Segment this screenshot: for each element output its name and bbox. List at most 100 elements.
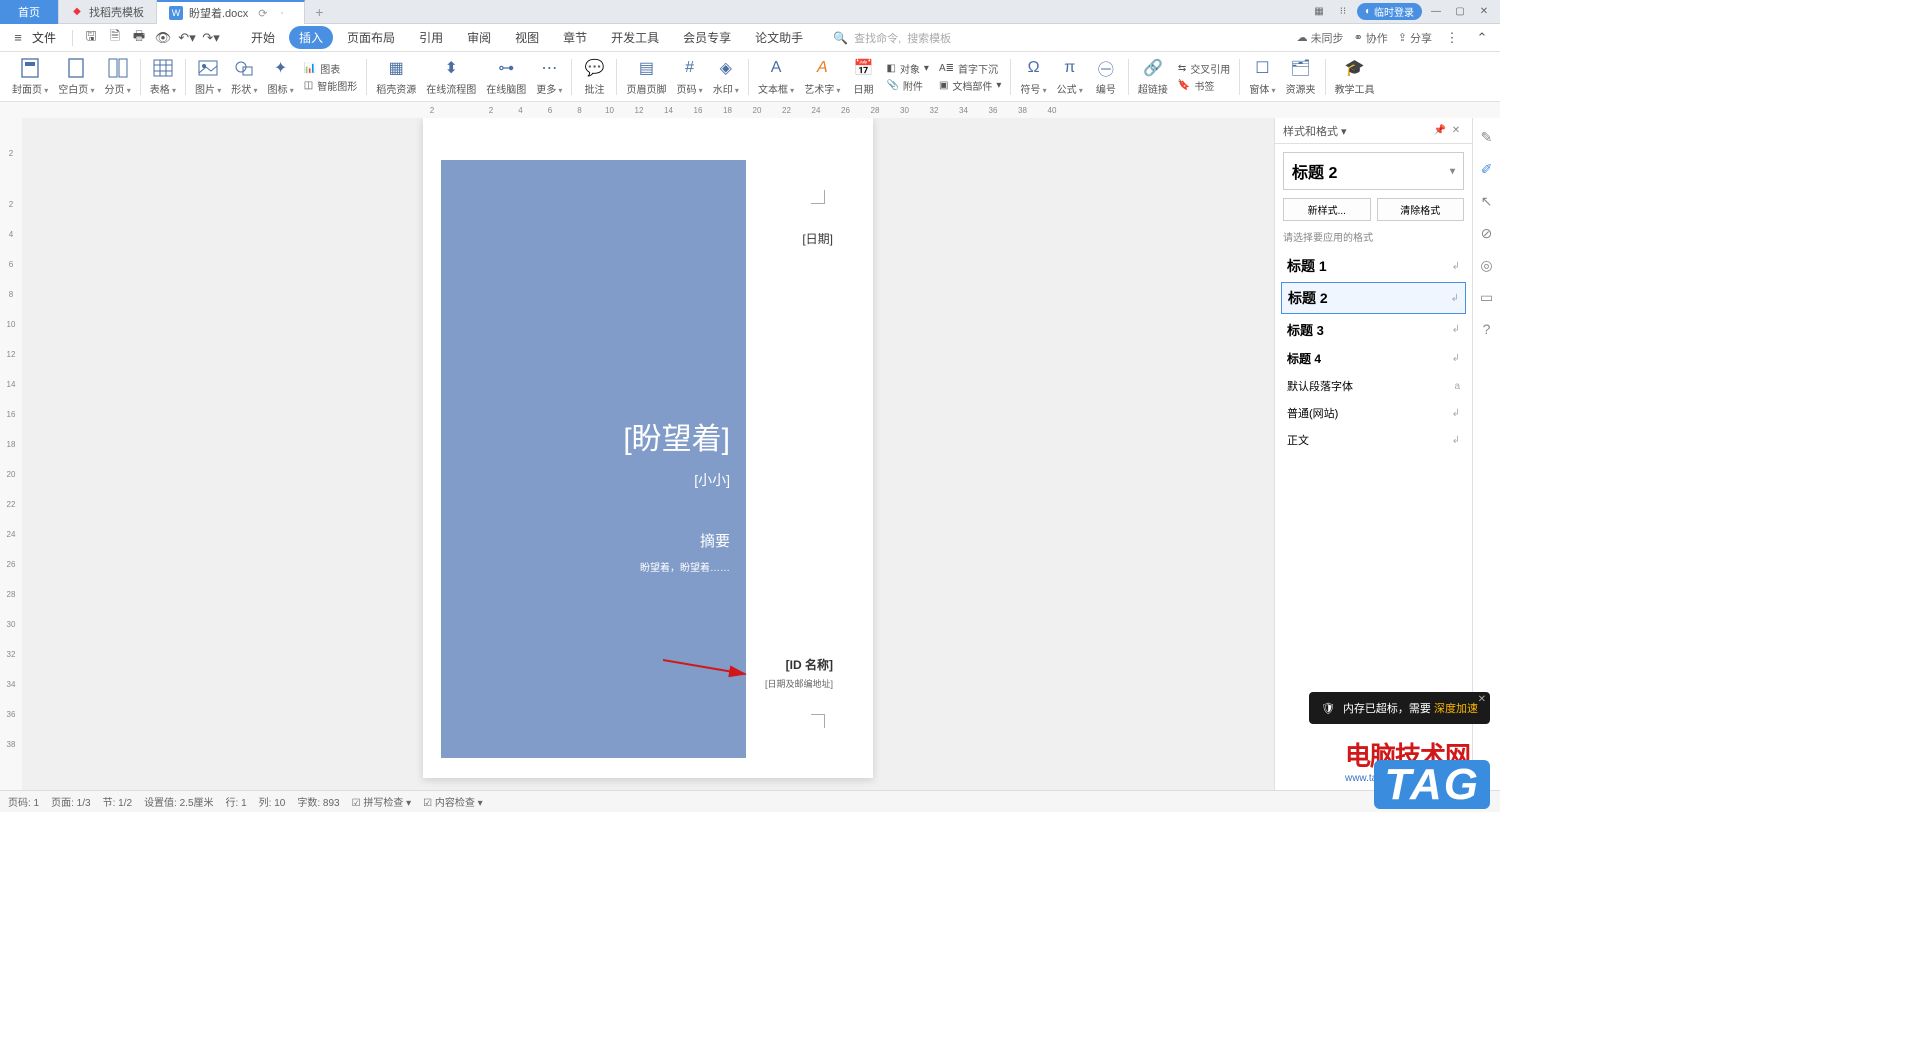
style-item[interactable]: 正文↲ <box>1281 427 1466 453</box>
tab-document[interactable]: W 盼望着.docx ⟳ · <box>157 0 305 24</box>
ribbon-icon-btn[interactable]: ✦图标 <box>264 54 298 100</box>
document-page[interactable]: [日期] [盼望着] [小小] 摘要 盼望着，盼望着…… [ID 名称] [日期… <box>423 118 873 778</box>
status-page-number[interactable]: 页码: 1 <box>8 794 39 809</box>
side-limit-icon[interactable]: ⊘ <box>1478 224 1496 242</box>
ribbon-mind[interactable]: ⊶在线脑图 <box>482 54 530 100</box>
ruler-vertical[interactable]: 22468101214161820222426283032343638 <box>0 118 22 790</box>
style-item[interactable]: 普通(网站)↲ <box>1281 400 1466 426</box>
tab-templates[interactable]: ◆ 找稻壳模板 <box>59 0 157 24</box>
ribbon-header[interactable]: ▤页眉页脚 <box>622 54 670 100</box>
search-command-input[interactable]: 查找命令, <box>854 30 901 46</box>
menu-tab-review[interactable]: 审阅 <box>457 26 501 49</box>
ribbon-blank[interactable]: 空白页 <box>54 54 98 100</box>
cover-subtitle[interactable]: [小小] <box>457 470 730 490</box>
ribbon-daoke[interactable]: ▦稻壳资源 <box>372 54 420 100</box>
hamburger-icon[interactable]: ≡ <box>8 28 28 48</box>
share-button[interactable]: ⇪分享 <box>1398 30 1432 46</box>
side-styles-icon[interactable]: ✐ <box>1478 160 1496 178</box>
side-safe-icon[interactable]: ◎ <box>1478 256 1496 274</box>
toast-action-link[interactable]: 深度加速 <box>1434 703 1478 715</box>
ribbon-wordart[interactable]: A艺术字 <box>800 54 844 100</box>
ribbon-formula[interactable]: π公式 <box>1053 54 1087 100</box>
save-icon[interactable]: 🖫 <box>81 28 101 48</box>
ribbon-teach[interactable]: 🎓教学工具 <box>1331 54 1379 100</box>
ribbon-cover[interactable]: 封面页 <box>8 54 52 100</box>
menu-tab-reference[interactable]: 引用 <box>409 26 453 49</box>
canvas-area[interactable]: [日期] [盼望着] [小小] 摘要 盼望着，盼望着…… [ID 名称] [日期… <box>22 118 1274 790</box>
menu-tab-view[interactable]: 视图 <box>505 26 549 49</box>
search-template-input[interactable]: 搜索模板 <box>907 30 951 46</box>
ribbon-resource[interactable]: 🗂资源夹 <box>1282 54 1320 100</box>
ribbon-date[interactable]: 📅日期 <box>846 54 880 100</box>
address-placeholder[interactable]: [日期及邮编地址] <box>765 677 833 690</box>
ribbon-number[interactable]: ㊀编号 <box>1089 54 1123 100</box>
side-format-icon[interactable]: ✎ <box>1478 128 1496 146</box>
sync-status[interactable]: ☁未同步 <box>1297 30 1344 46</box>
status-contentcheck[interactable]: ☑ 内容检查 ▾ <box>423 794 483 809</box>
grid-icon[interactable]: ▦ <box>1309 4 1329 20</box>
style-item[interactable]: 默认段落字体a <box>1281 373 1466 399</box>
ribbon-more[interactable]: ⋯更多 <box>532 54 566 100</box>
tab-close-icon[interactable]: · <box>280 7 292 19</box>
side-help-icon[interactable]: ? <box>1478 320 1496 338</box>
ribbon-smart[interactable]: ◫智能图形 <box>304 78 357 93</box>
tab-home[interactable]: 首页 <box>0 0 59 24</box>
status-pages[interactable]: 页面: 1/3 <box>51 794 90 809</box>
save-as-icon[interactable]: 🗎 <box>105 28 125 48</box>
ribbon-textbox[interactable]: A文本框 <box>754 54 798 100</box>
minimize-icon[interactable]: — <box>1426 4 1446 20</box>
ribbon-pageno[interactable]: #页码 <box>672 54 706 100</box>
ribbon-comment[interactable]: 💬批注 <box>577 54 611 100</box>
id-name-placeholder[interactable]: [ID 名称] <box>786 656 833 673</box>
ribbon-hyperlink[interactable]: 🔗超链接 <box>1134 54 1172 100</box>
apps-icon[interactable]: ⁝⁝ <box>1333 4 1353 20</box>
maximize-icon[interactable]: ▢ <box>1450 4 1470 20</box>
ribbon-break[interactable]: 分页 <box>101 54 135 100</box>
abstract-heading[interactable]: 摘要 <box>457 530 730 551</box>
coop-button[interactable]: ⚭协作 <box>1354 30 1388 46</box>
ribbon-symbol[interactable]: Ω符号 <box>1016 54 1050 100</box>
more-icon[interactable]: ⋮ <box>1442 28 1462 48</box>
ruler-horizontal[interactable]: 2246810121416182022242628303234363840 <box>0 102 1500 118</box>
menu-tab-start[interactable]: 开始 <box>241 26 285 49</box>
new-style-button[interactable]: 新样式... <box>1283 198 1371 221</box>
ribbon-chart[interactable]: 📊图表 <box>304 61 340 76</box>
ribbon-dropcap[interactable]: A≣首字下沉 <box>939 61 998 76</box>
undo-icon[interactable]: ↶▾ <box>177 28 197 48</box>
side-doc-icon[interactable]: ▭ <box>1478 288 1496 306</box>
ribbon-crossref[interactable]: ⇆交叉引用 <box>1178 61 1230 76</box>
pin-icon[interactable]: 📌 <box>1432 123 1448 139</box>
status-words[interactable]: 字数: 893 <box>297 794 339 809</box>
menu-tab-dev[interactable]: 开发工具 <box>601 26 669 49</box>
abstract-body[interactable]: 盼望着，盼望着…… <box>457 559 730 574</box>
date-placeholder[interactable]: [日期] <box>802 230 833 247</box>
redo-icon[interactable]: ↷▾ <box>201 28 221 48</box>
status-column[interactable]: 列: 10 <box>259 794 286 809</box>
ribbon-attach[interactable]: 📎附件 <box>886 78 922 93</box>
status-line[interactable]: 行: 1 <box>226 794 247 809</box>
panel-close-icon[interactable]: ✕ <box>1448 123 1464 139</box>
ribbon-table[interactable]: 表格 <box>146 54 180 100</box>
ribbon-object[interactable]: ◧对象▾ <box>886 61 928 76</box>
close-window-icon[interactable]: ✕ <box>1474 4 1494 20</box>
style-item[interactable]: 标题 3↲ <box>1281 315 1466 344</box>
tab-add-button[interactable]: + <box>305 4 333 20</box>
status-spellcheck[interactable]: ☑ 拼写检查 ▾ <box>352 794 412 809</box>
style-item[interactable]: 标题 4↲ <box>1281 345 1466 372</box>
login-badge[interactable]: ◐临时登录 <box>1357 3 1422 20</box>
clear-format-button[interactable]: 清除格式 <box>1377 198 1465 221</box>
preview-icon[interactable]: 👁 <box>153 28 173 48</box>
ribbon-picture[interactable]: 图片 <box>191 54 225 100</box>
side-select-icon[interactable]: ↖ <box>1478 192 1496 210</box>
menu-tab-section[interactable]: 章节 <box>553 26 597 49</box>
status-position[interactable]: 设置值: 2.5厘米 <box>144 794 213 809</box>
style-item[interactable]: 标题 2↲ <box>1281 282 1466 314</box>
ribbon-shape[interactable]: 形状 <box>227 54 261 100</box>
ribbon-docpart[interactable]: ▣文档部件▾ <box>939 78 1001 93</box>
ribbon-flow[interactable]: ⬍在线流程图 <box>422 54 480 100</box>
print-icon[interactable]: 🖶 <box>129 28 149 48</box>
menu-tab-member[interactable]: 会员专享 <box>673 26 741 49</box>
style-item[interactable]: 标题 1↲ <box>1281 251 1466 281</box>
cover-title[interactable]: [盼望着] <box>457 414 730 458</box>
current-style-dropdown[interactable]: 标题 2 ▾ <box>1283 152 1464 190</box>
